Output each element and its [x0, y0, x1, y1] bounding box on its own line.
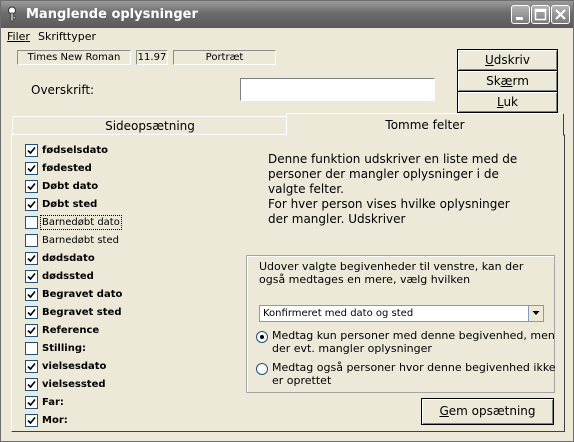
dialog-window: Manglende oplysninger Filer Skrifttyper … — [0, 0, 574, 442]
checkbox-label: Barnedøbt sted — [42, 235, 119, 246]
checkbox[interactable] — [25, 396, 38, 409]
font-name-display: Times New Roman — [17, 50, 131, 65]
save-button-label: em opsætning — [448, 404, 536, 418]
minimize-icon — [516, 17, 523, 20]
print-button[interactable]: Udskriv — [457, 49, 558, 71]
extra-event-instructions: Udover valgte begivenheder til venstre, … — [259, 260, 524, 286]
menu-bar: Filer Skrifttyper — [1, 28, 573, 45]
check-icon — [27, 200, 36, 209]
checkbox-label: fødselsdato — [42, 145, 109, 156]
screen-button[interactable]: Skærm — [457, 70, 558, 92]
maximize-icon — [534, 8, 547, 21]
close-dialog-button[interactable]: Luk — [457, 91, 558, 113]
checkbox-label: fødested — [42, 163, 92, 174]
font-size-display: 11.97 — [136, 50, 168, 65]
radio-option-label: Medtag kun personer med denne begivenhed… — [272, 329, 555, 355]
check-icon — [27, 290, 36, 299]
print-button-label: dskriv — [493, 53, 530, 67]
check-icon — [27, 308, 36, 317]
check-icon — [27, 398, 36, 407]
radio-button[interactable] — [256, 331, 268, 343]
description-text: Denne funktion udskriver en liste med de… — [268, 152, 518, 226]
check-icon — [27, 380, 36, 389]
save-button-mnemonic: G — [439, 404, 449, 418]
checkbox[interactable] — [25, 324, 38, 337]
checkbox[interactable] — [25, 198, 38, 211]
tab-tomme-felter[interactable]: Tomme felter — [286, 113, 564, 136]
checkbox[interactable] — [25, 162, 38, 175]
dropdown-arrow-button[interactable] — [528, 306, 543, 321]
heading-label: Overskrift: — [31, 83, 95, 97]
close-icon — [555, 9, 566, 20]
checkbox[interactable] — [25, 360, 38, 373]
check-icon — [27, 146, 36, 155]
checkbox[interactable] — [25, 342, 38, 355]
checkbox-label: Reference — [42, 325, 100, 336]
close-button-label: uk — [503, 95, 519, 109]
window-title: Manglende oplysninger — [26, 7, 198, 22]
checkbox-label: dødssted — [42, 271, 94, 282]
checkbox-label: Begravet dato — [42, 289, 123, 300]
checkbox[interactable] — [25, 270, 38, 283]
checkbox[interactable] — [25, 234, 38, 247]
check-icon — [27, 164, 36, 173]
event-dropdown-value: Konfirmeret med dato og sted — [263, 308, 414, 319]
maximize-button[interactable] — [531, 5, 550, 24]
chevron-down-icon — [532, 311, 540, 315]
checkbox-label: Far: — [42, 397, 64, 408]
close-button[interactable] — [551, 5, 570, 24]
checkbox-label: Døbt dato — [42, 181, 99, 192]
checkbox-label: dødsdato — [42, 253, 95, 264]
checkbox-label: Barnedøbt dato — [40, 215, 122, 230]
checkbox[interactable] — [25, 306, 38, 319]
check-icon — [27, 182, 36, 191]
tab-sideopsaetning[interactable]: Sideopsætning — [12, 116, 288, 135]
check-icon — [27, 362, 36, 371]
checkbox[interactable] — [25, 180, 38, 193]
check-icon — [27, 272, 36, 281]
checkbox-label: Mor: — [42, 415, 68, 426]
checkbox[interactable] — [25, 414, 38, 427]
menu-filer[interactable]: Filer — [7, 30, 30, 43]
radio-option-label: Medtag også personer hvor denne begivenh… — [272, 361, 556, 387]
print-button-mnemonic: U — [485, 53, 494, 67]
save-settings-button[interactable]: Gem opsætning — [421, 398, 554, 425]
radio-button[interactable] — [256, 363, 268, 375]
minimize-button[interactable] — [511, 5, 530, 24]
checkbox[interactable] — [25, 288, 38, 301]
check-icon — [27, 416, 36, 425]
heading-input[interactable] — [240, 78, 435, 101]
menu-skrifttyper[interactable]: Skrifttyper — [38, 30, 96, 43]
screen-button-label-end: rm — [512, 74, 529, 88]
checkbox[interactable] — [25, 252, 38, 265]
check-icon — [27, 254, 36, 263]
screen-button-mnemonic: æ — [500, 74, 513, 88]
check-icon — [27, 326, 36, 335]
checkbox-label: Begravet sted — [42, 307, 122, 318]
event-dropdown[interactable]: Konfirmeret med dato og sted — [259, 305, 544, 322]
title-bar[interactable]: Manglende oplysninger — [1, 1, 573, 28]
checkbox[interactable] — [25, 216, 38, 229]
checkbox[interactable] — [25, 144, 38, 157]
orientation-display: Portræt — [173, 50, 276, 65]
checkbox[interactable] — [25, 378, 38, 391]
key-icon — [8, 6, 16, 22]
checkbox-label: Stilling: — [42, 343, 86, 354]
checkbox-label: vielsessted — [42, 379, 106, 390]
screen-button-label-start: Sk — [486, 74, 501, 88]
radio-selected-dot — [260, 335, 264, 339]
checkbox-label: Døbt sted — [42, 199, 98, 210]
checkbox-label: vielsesdato — [42, 361, 107, 372]
